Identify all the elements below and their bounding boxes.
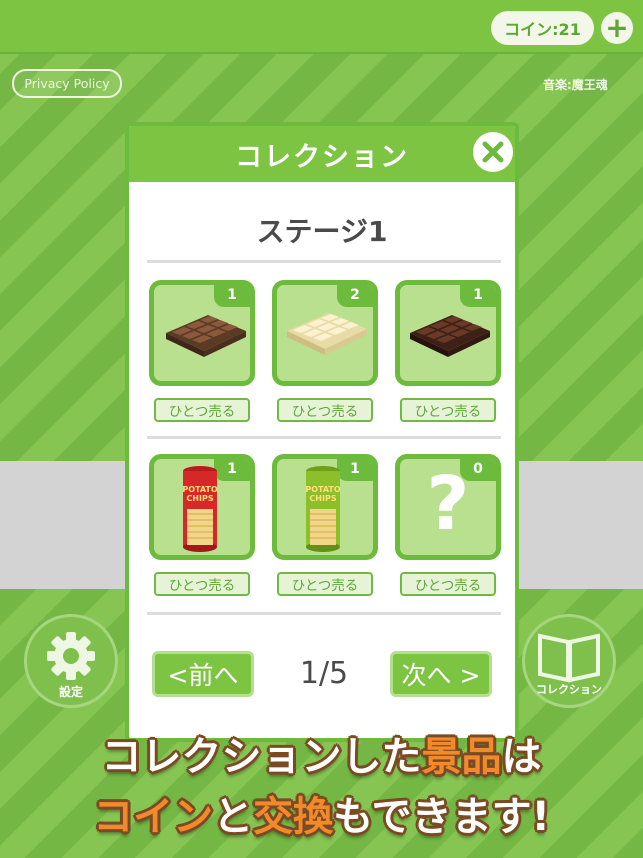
- modal-title: コレクション: [129, 126, 515, 182]
- divider: [147, 612, 501, 615]
- promo-line-2: コインと交換もできます!: [0, 784, 643, 842]
- add-coins-button[interactable]: +: [601, 12, 633, 44]
- collection-label: コレクション: [536, 683, 602, 696]
- coin-counter: コイン:21: [491, 11, 594, 45]
- unknown-question-icon: ?: [426, 461, 470, 547]
- promo-highlight: 景品: [421, 734, 502, 780]
- dark-chocolate-icon: [410, 315, 490, 357]
- prev-page-button[interactable]: <前へ: [152, 651, 254, 697]
- red-potato-chips-icon: POTATO CHIPS: [182, 466, 218, 552]
- next-page-button[interactable]: 次へ >: [390, 651, 492, 697]
- chips-label: POTATO: [182, 485, 218, 494]
- promo-highlight: 交換: [253, 794, 334, 840]
- close-icon: [482, 141, 504, 163]
- promo-highlight: コイン: [93, 794, 214, 840]
- settings-button[interactable]: 設定: [24, 614, 118, 708]
- top-bar: コイン:21 +: [0, 0, 643, 54]
- music-credit: 音楽:魔王魂: [543, 78, 608, 92]
- settings-label: 設定: [58, 685, 83, 699]
- collection-modal: コレクション ステージ1 1 ひとつ売る 2 ひとつ売る 1 ひとつ売る 1 P…: [125, 122, 519, 742]
- item-card[interactable]: 0 ?: [395, 454, 501, 560]
- chips-label: CHIPS: [186, 494, 213, 503]
- page-indicator: 1/5: [299, 656, 349, 691]
- divider: [147, 436, 501, 439]
- promo-text: と: [213, 794, 254, 840]
- sell-one-button[interactable]: ひとつ売る: [154, 572, 250, 596]
- promo-text: もできます!: [333, 794, 550, 840]
- item-card[interactable]: 1 POTATO CHIPS: [149, 454, 255, 560]
- privacy-policy-button[interactable]: Privacy Policy: [12, 69, 122, 98]
- sell-one-button[interactable]: ひとつ売る: [400, 398, 496, 422]
- promo-text: は: [501, 734, 542, 780]
- sell-one-button[interactable]: ひとつ売る: [154, 398, 250, 422]
- close-button[interactable]: [473, 132, 513, 172]
- milk-chocolate-icon: [166, 315, 246, 357]
- item-card[interactable]: 1 POTATO CHIPS: [272, 454, 378, 560]
- item-card[interactable]: 1: [149, 280, 255, 386]
- sell-one-button[interactable]: ひとつ売る: [400, 572, 496, 596]
- sell-one-button[interactable]: ひとつ売る: [277, 572, 373, 596]
- promo-text: コレクションした: [101, 734, 422, 780]
- stage-title: ステージ1: [256, 215, 388, 248]
- item-card[interactable]: 2: [272, 280, 378, 386]
- green-potato-chips-icon: POTATO CHIPS: [305, 466, 341, 552]
- item-card[interactable]: 1: [395, 280, 501, 386]
- collection-button[interactable]: コレクション: [522, 614, 616, 708]
- promo-line-1: コレクションした景品は: [0, 724, 643, 782]
- divider: [147, 260, 501, 263]
- chips-label: POTATO: [305, 485, 341, 494]
- sell-one-button[interactable]: ひとつ売る: [277, 398, 373, 422]
- chips-label: CHIPS: [309, 494, 336, 503]
- white-chocolate-icon: [287, 313, 367, 355]
